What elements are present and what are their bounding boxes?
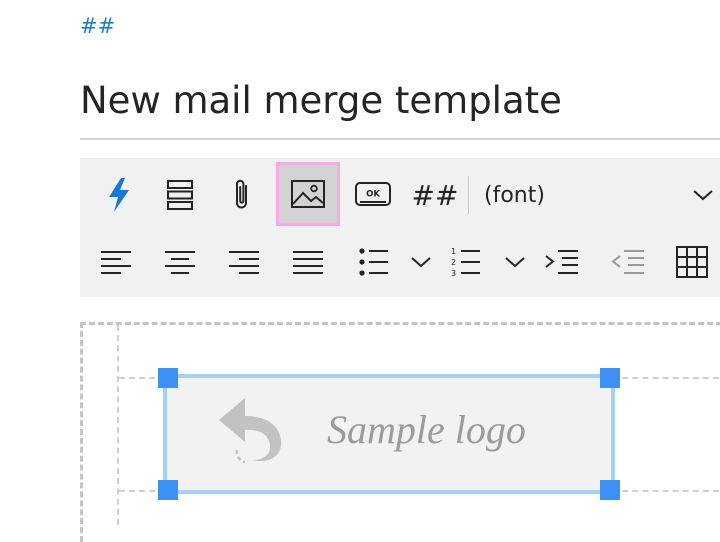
bulleted-list-dropdown[interactable]: [406, 242, 436, 282]
increase-indent-button[interactable]: [542, 242, 582, 282]
stacked-rows-icon: [167, 180, 193, 210]
chevron-down-icon: [411, 257, 431, 268]
hash-link[interactable]: ##: [80, 14, 115, 38]
justify-button[interactable]: [288, 242, 328, 282]
editor-column-guide: [117, 325, 119, 525]
resize-handle-top-left[interactable]: [158, 368, 178, 388]
resize-handle-top-right[interactable]: [600, 368, 620, 388]
font-select[interactable]: (font): [484, 176, 720, 214]
resize-handle-bottom-left[interactable]: [158, 480, 178, 500]
sample-logo-text: Sample logo: [327, 407, 526, 452]
justify-icon: [293, 251, 323, 274]
insert-button-button[interactable]: OK: [352, 174, 394, 216]
numbered-list-dropdown[interactable]: [500, 242, 530, 282]
svg-text:2: 2: [451, 258, 456, 267]
sample-logo-image[interactable]: Sample logo: [163, 374, 615, 494]
align-right-button[interactable]: [224, 242, 264, 282]
insert-image-button[interactable]: [276, 162, 340, 226]
toolbar-separator: [468, 176, 469, 214]
align-right-icon: [229, 251, 259, 274]
bulleted-list-icon: [359, 248, 388, 276]
paperclip-icon: [236, 179, 247, 209]
insert-section-button[interactable]: [160, 174, 200, 216]
svg-text:1: 1: [451, 247, 456, 256]
resize-handle-bottom-right[interactable]: [600, 480, 620, 500]
align-center-button[interactable]: [160, 242, 200, 282]
chevron-down-icon: [505, 257, 525, 268]
decrease-indent-button[interactable]: [608, 242, 648, 282]
chevron-down-icon: [693, 190, 713, 201]
svg-text:3: 3: [451, 269, 456, 278]
font-select-value: (font): [484, 182, 545, 208]
formatting-toolbar: OK ## (font) 1 2 3: [80, 158, 720, 297]
ok-button-icon: OK: [355, 182, 391, 206]
numbered-list-button[interactable]: 1 2 3: [446, 242, 486, 282]
insert-placeholder-button[interactable]: ##: [412, 174, 459, 216]
align-left-icon: [101, 251, 131, 274]
page-title[interactable]: New mail merge template: [80, 70, 720, 140]
attachment-button[interactable]: [222, 174, 262, 216]
svg-text:OK: OK: [366, 190, 380, 200]
outdent-icon: [611, 250, 644, 274]
image-icon: [291, 180, 325, 208]
table-icon: [676, 246, 708, 278]
lightning-icon: [109, 178, 129, 212]
align-center-icon: [165, 251, 195, 274]
numbered-list-icon: 1 2 3: [451, 247, 480, 278]
indent-icon: [545, 250, 578, 274]
bulleted-list-button[interactable]: [354, 242, 394, 282]
undo-arrow-icon: [219, 398, 282, 464]
align-left-button[interactable]: [96, 242, 136, 282]
insert-table-button[interactable]: [672, 242, 712, 282]
insert-dynamic-content-button[interactable]: [100, 174, 138, 216]
